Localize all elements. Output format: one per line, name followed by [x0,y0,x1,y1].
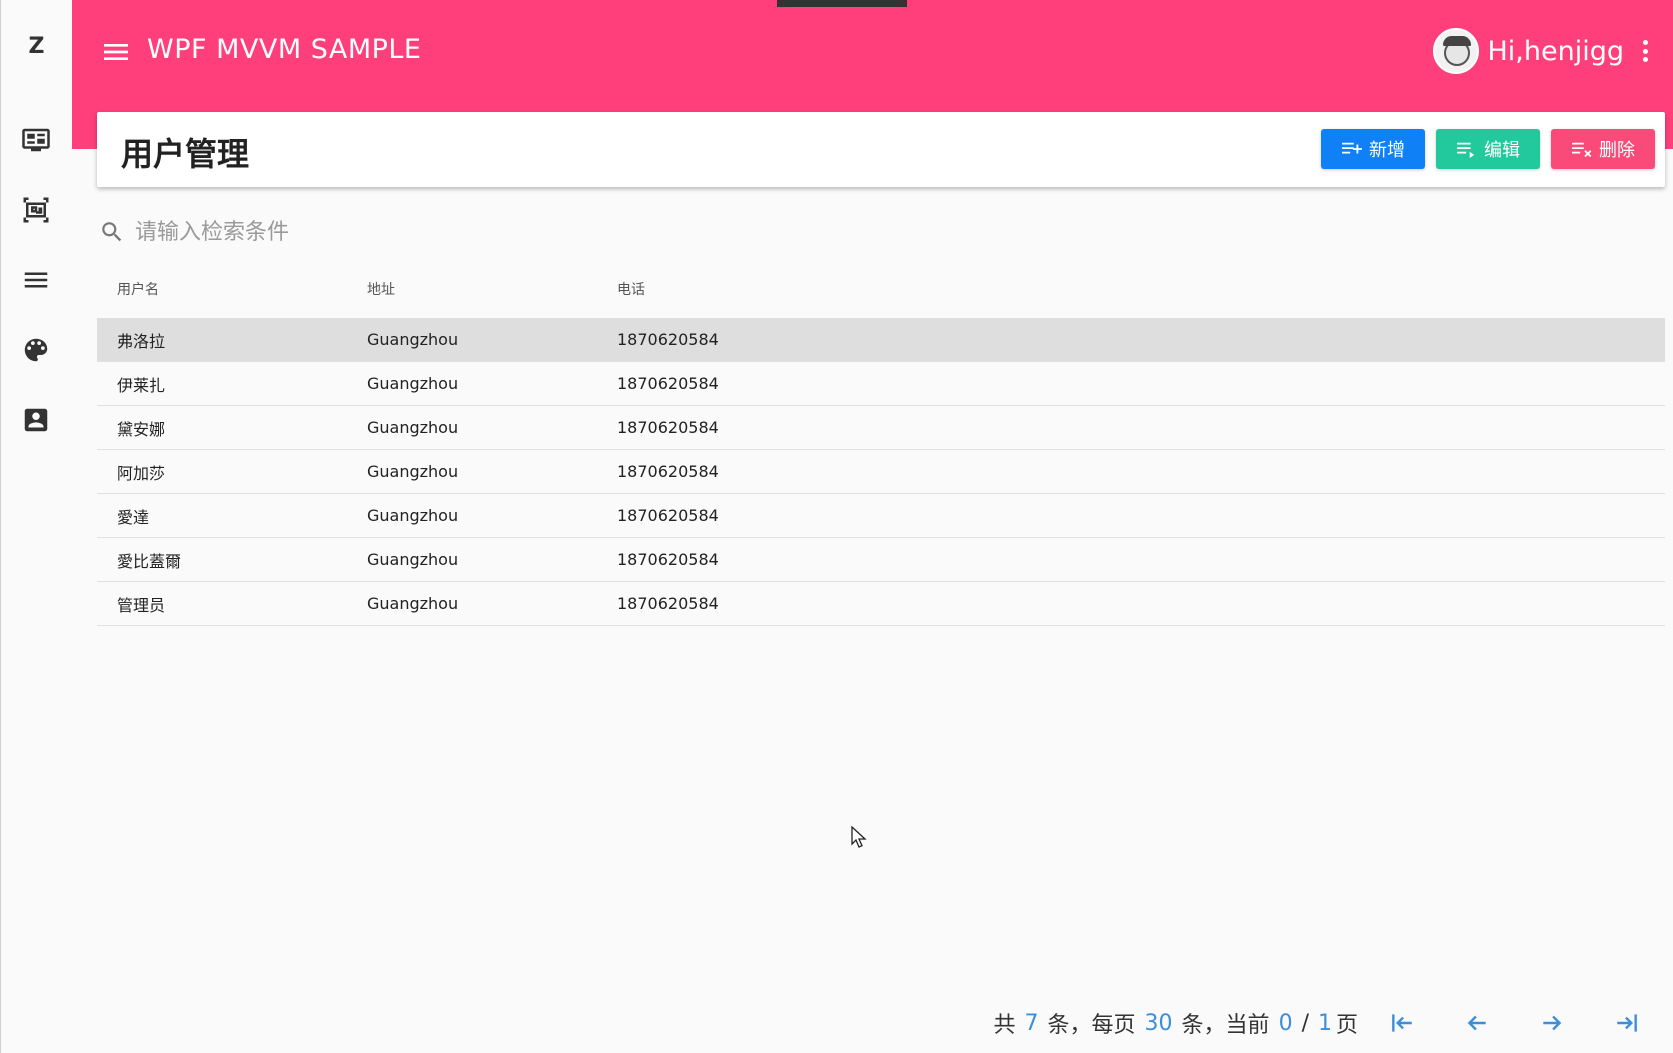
user-greeting: Hi,henjigg [1487,35,1624,67]
pager-slash: / [1301,1010,1309,1036]
table-row[interactable]: 弗洛拉 Guangzhou 1870620584 [97,318,1665,362]
cell-address: Guangzhou [367,374,459,393]
search-bar [99,215,799,249]
hamburger-menu-button[interactable] [100,36,132,68]
arrow-left-icon [1467,1015,1486,1031]
playlist-add-icon [1342,142,1362,154]
arrow-right-icon [1543,1015,1562,1031]
table-row[interactable]: 伊莱扎 Guangzhou 1870620584 [97,362,1665,406]
user-area: Hi,henjigg [1433,28,1652,74]
playlist-remove-icon [1572,142,1592,158]
table-row[interactable]: 阿加莎 Guangzhou 1870620584 [97,450,1665,494]
pagination-bar: 共 7 条，每页 30 条，当前 0 / 1 页 [994,1005,1645,1041]
last-page-button[interactable] [1609,1005,1645,1041]
side-rail: Z [1,0,72,1053]
pager-mid1: 条，每页 [1047,1013,1136,1038]
cell-phone: 1870620584 [617,374,719,393]
hamburger-icon [104,44,128,60]
edit-button-label: 编辑 [1484,140,1520,161]
app-window: Z WPF MVVM SAMPLE Hi,henjigg 用户管理 新增 编辑 … [0,0,1673,1053]
table-header: 用户名 地址 电话 [97,268,1665,310]
delete-button-label: 删除 [1599,140,1635,161]
pager-current: 0 [1278,1010,1293,1036]
table-row[interactable]: 愛達 Guangzhou 1870620584 [97,494,1665,538]
user-table: 用户名 地址 电话 弗洛拉 Guangzhou 1870620584 伊莱扎 G… [97,268,1665,626]
cell-phone: 1870620584 [617,418,719,437]
cell-address: Guangzhou [367,330,459,349]
cell-username: 阿加莎 [117,463,166,483]
mouse-cursor-icon [851,826,867,848]
avatar[interactable] [1433,28,1480,74]
sidebar-item-layers[interactable] [19,193,53,227]
cell-username: 伊莱扎 [117,375,166,395]
dashboard-icon [22,128,50,152]
table-row[interactable]: 黛安娜 Guangzhou 1870620584 [97,406,1665,450]
cell-phone: 1870620584 [617,462,719,481]
column-header-username[interactable]: 用户名 [97,279,347,299]
cell-address: Guangzhou [367,462,459,481]
previous-page-button[interactable] [1459,1005,1495,1041]
pager-prefix: 共 [993,1013,1016,1038]
cell-phone: 1870620584 [617,594,719,613]
app-title: WPF MVVM SAMPLE [147,34,422,65]
app-logo: Z [28,34,45,59]
add-button[interactable]: 新增 [1321,129,1425,169]
add-button-label: 新增 [1369,140,1405,161]
contact-icon [24,408,48,432]
column-header-address[interactable]: 地址 [347,279,597,299]
pager-pages: 1 [1317,1010,1332,1036]
page-header-card: 用户管理 新增 编辑 删除 [97,112,1665,187]
cell-phone: 1870620584 [617,550,719,569]
cell-address: Guangzhou [367,594,459,613]
column-header-phone[interactable]: 电话 [597,279,897,299]
delete-button[interactable]: 删除 [1551,129,1655,169]
cell-username: 愛比蓋爾 [117,551,182,571]
pager-mid2: 条，当前 [1181,1013,1270,1038]
first-page-button[interactable] [1384,1005,1420,1041]
more-vert-icon [1642,40,1648,45]
playlist-play-icon [1457,142,1475,158]
window-drag-handle[interactable] [777,0,907,7]
search-input[interactable] [135,219,735,245]
sidebar-item-palette[interactable] [19,333,53,367]
next-page-button[interactable] [1534,1005,1570,1041]
action-buttons: 新增 编辑 删除 [1321,129,1655,169]
edit-button[interactable]: 编辑 [1436,129,1540,169]
page-title: 用户管理 [121,135,250,173]
last-page-icon [1617,1014,1637,1032]
cell-address: Guangzhou [367,506,459,525]
table-row[interactable]: 愛比蓋爾 Guangzhou 1870620584 [97,538,1665,582]
layers-icon [23,197,49,223]
cell-username: 管理员 [117,595,166,615]
cell-address: Guangzhou [367,550,459,569]
pager-per-page: 30 [1144,1010,1173,1036]
pager-total: 7 [1024,1010,1039,1036]
first-page-icon [1392,1014,1412,1032]
cell-username: 弗洛拉 [117,331,166,351]
more-options-button[interactable] [1638,36,1652,66]
cell-address: Guangzhou [367,418,459,437]
palette-icon [24,338,48,362]
cell-username: 黛安娜 [117,419,166,439]
table-row[interactable]: 管理员 Guangzhou 1870620584 [97,582,1665,626]
search-icon [102,222,122,242]
cell-phone: 1870620584 [617,506,719,525]
pager-suffix: 页 [1335,1013,1358,1038]
sidebar-item-contact[interactable] [19,403,53,437]
sidebar-item-dashboard[interactable] [19,123,53,157]
cell-username: 愛達 [117,507,150,527]
cell-phone: 1870620584 [617,330,719,349]
menu-list-icon [24,272,48,288]
sidebar-item-menu[interactable] [19,263,53,297]
